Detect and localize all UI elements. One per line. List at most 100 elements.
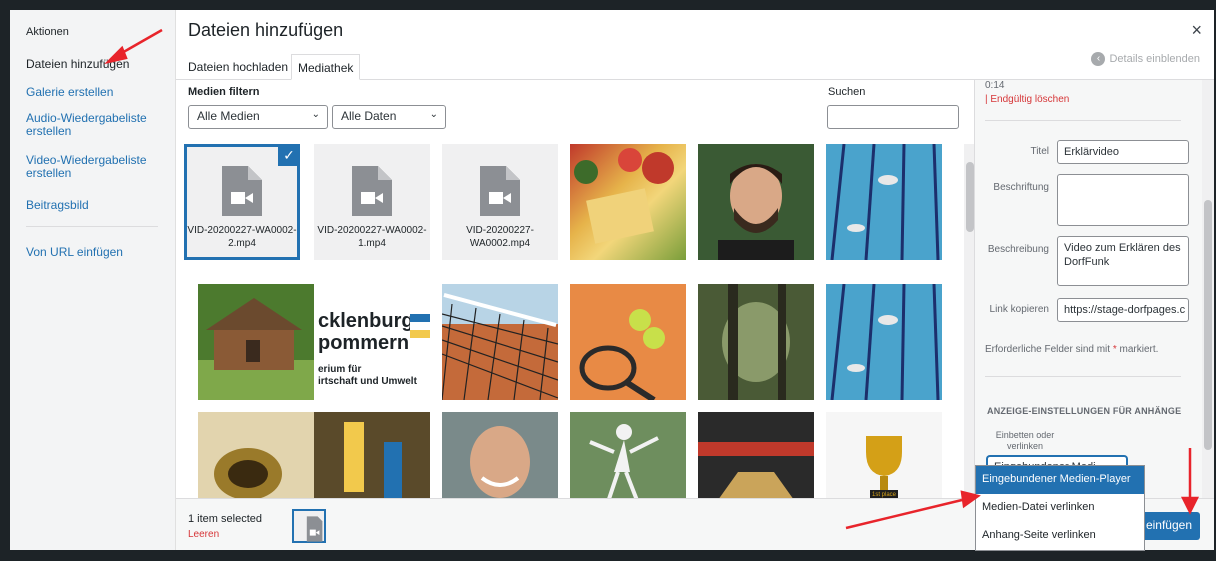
video-duration: 0:14 [985,80,1005,91]
media-grid: VID-20200227-WA0002-2.mp4 ✓ VID-20200227… [184,144,964,504]
menu-item-create-gallery[interactable]: Galerie erstellen [26,86,166,99]
chevron-down-icon: ⌄ [311,109,320,120]
media-item-video-2[interactable]: VID-20200227-WA0002-1.mp4 [314,144,430,260]
sidebar-scrollbar-thumb[interactable] [1204,200,1212,450]
menu-item-insert-from-url[interactable]: Von URL einfügen [26,246,166,259]
media-menu: Aktionen Dateien hinzufügen Galerie erst… [10,10,176,550]
media-item-video-3[interactable]: VID-20200227-WA0002.mp4 [442,144,558,260]
media-type-select[interactable]: Alle Medien ⌄ [188,105,328,129]
delete-link-label: Endgültig löschen [990,94,1070,105]
menu-item-video-playlist[interactable]: Video-Wiedergabeliste erstellen [26,154,166,180]
image-tennis-net-photo [442,284,558,400]
image-pool-photo [826,284,942,400]
media-item-image-tennis-net[interactable] [442,284,558,400]
media-item-image-smiling-man[interactable] [442,412,558,504]
embed-or-link-label: Einbetten oder verlinken [995,430,1055,451]
menu-item-featured-image[interactable]: Beitragsbild [26,199,166,212]
logo-text-line2: pommern [318,332,410,354]
details-toggle[interactable]: ‹ Details einblenden [1091,52,1200,66]
attachment-details-sidebar: 0:14 | Endgültig löschen Titel Erklärvid… [974,80,1214,500]
caption-textarea[interactable] [1057,174,1189,226]
logo-text-line4: irtschaft und Umwelt [318,376,417,387]
checkmark-icon[interactable]: ✓ [278,144,300,166]
image-bowling-alley-photo [698,412,814,504]
image-smiling-man-photo [442,412,558,504]
arrow-left-icon: ‹ [1091,52,1106,66]
image-tennis-balls-photo [570,284,686,400]
media-type-select-value: Alle Medien [197,109,260,123]
video-file-icon [222,166,262,216]
menu-separator [26,226,158,227]
media-item-image-logo[interactable]: cklenburg pommern erium für irtschaft un… [314,284,430,400]
caption-label: Beschriftung [993,182,1049,193]
menu-item-audio-playlist[interactable]: Audio-Wiedergabeliste erstellen [26,112,166,138]
logo-text-line3: erium für [318,364,362,375]
tab-upload-files[interactable]: Dateien hochladen [182,54,294,80]
trophy-icon [826,412,942,504]
search-label: Suchen [828,86,866,98]
title-label: Titel [1030,146,1049,157]
image-cabin-photo [198,284,314,400]
media-item-filename: VID-20200227-WA0002-1.mp4 [317,225,427,249]
chevron-down-icon: ⌄ [429,109,438,120]
description-label: Beschreibung [987,244,1049,255]
media-item-image-portrait[interactable] [698,144,814,260]
required-star: * [1112,344,1117,355]
required-fields-note: Erforderliche Felder sind mit * markiert… [985,344,1158,355]
media-item-image-bowling-alley[interactable] [698,412,814,504]
date-select[interactable]: Alle Daten ⌄ [332,105,446,129]
delete-permanently-link[interactable]: | Endgültig löschen [985,94,1069,105]
menu-heading: Aktionen [26,26,69,38]
media-item-image-pool[interactable] [826,144,942,260]
media-item-image-tennis-player[interactable] [570,412,686,504]
video-file-icon [480,166,520,216]
image-food-photo [574,148,674,244]
display-settings-heading: ANZEIGE-EINSTELLUNGEN FÜR ANHÄNGE [987,406,1182,416]
copy-link-input[interactable]: https://stage-dorfpages.c [1057,298,1189,322]
media-item-image-bowling[interactable] [314,412,430,504]
filter-label: Medien filtern [188,86,260,98]
image-tennis-player-photo [570,412,686,504]
media-item-image-cabin[interactable] [198,284,314,400]
embed-or-link-dropdown: Eingebundener Medien-Player Medien-Datei… [975,465,1145,551]
sidebar-scrollbar[interactable] [1202,80,1214,500]
close-icon[interactable]: × [1191,20,1202,41]
media-item-image-tennis-balls[interactable] [570,284,686,400]
required-note-text: Erforderliche Felder sind mit [985,344,1111,355]
menu-item-add-files[interactable]: Dateien hinzufügen [26,58,166,71]
background-page-strip [0,550,1216,561]
media-item-image-forest[interactable] [698,284,814,400]
image-portrait-photo [698,144,814,260]
selection-count: 1 item selected [188,513,262,525]
image-pool-photo [826,144,942,260]
description-textarea[interactable]: Video zum Erklären des DorfFunk [1057,236,1189,286]
media-item-image-trophy[interactable]: 1st place [826,412,942,504]
media-item-image-pool-2[interactable] [826,284,942,400]
media-item-image-saxophone[interactable] [198,412,314,504]
image-saxophone-photo [198,412,314,504]
tab-media-library[interactable]: Mediathek [291,54,361,80]
image-forest-photo [698,284,814,400]
title-input[interactable]: Erklärvideo [1057,140,1189,164]
search-input[interactable] [827,105,959,129]
modal-title: Dateien hinzufügen [188,20,344,40]
video-file-icon [352,166,392,216]
sidebar-divider [985,376,1181,377]
copy-link-label: Link kopieren [989,304,1049,315]
logo-text-line1: cklenburg [318,310,414,332]
required-note-text-end: markiert. [1119,344,1159,355]
option-link-attachment-page[interactable]: Anhang-Seite verlinken [976,522,1144,550]
insert-into-post-button[interactable]: einfügen [1137,512,1200,540]
option-embedded-media-player[interactable]: Eingebundener Medien-Player [976,466,1144,494]
clear-selection-link[interactable]: Leeren [188,529,219,540]
media-item-filename: VID-20200227-WA0002-2.mp4 [187,225,297,249]
option-link-media-file[interactable]: Medien-Datei verlinken [976,494,1144,522]
grid-scrollbar-thumb[interactable] [966,162,974,232]
media-item-image-food[interactable] [570,144,686,260]
details-toggle-label: Details einblenden [1109,53,1200,65]
flag-icon [410,314,430,338]
media-item-filename: VID-20200227-WA0002.mp4 [466,225,534,249]
media-item-video-1[interactable]: VID-20200227-WA0002-2.mp4 ✓ [184,144,300,260]
selected-thumbnail[interactable] [292,509,326,543]
date-select-value: Alle Daten [341,109,397,123]
